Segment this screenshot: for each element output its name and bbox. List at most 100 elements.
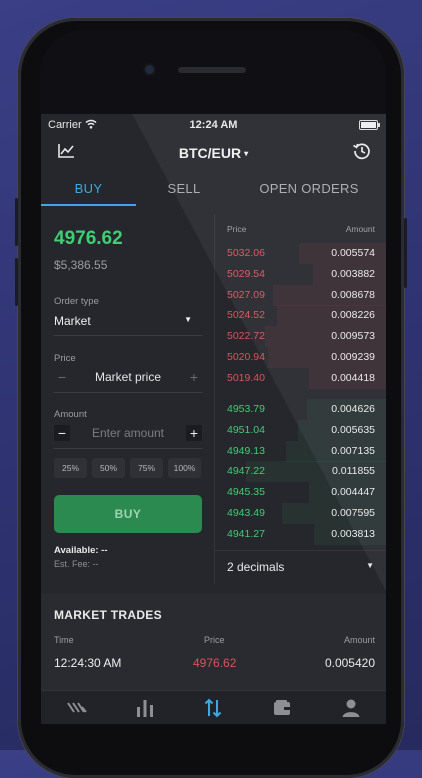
amount-input[interactable] [74,426,182,440]
ask-amount: 0.009239 [331,351,375,363]
ask-row[interactable]: 5027.09 0.008678 [215,284,386,306]
pair-label: BTC/EUR [178,145,242,161]
price-value: Market price [94,370,162,384]
buy-button[interactable]: BUY [54,495,202,533]
last-price: 4976.62 [54,228,123,249]
earpiece-speaker [178,67,246,73]
app-screen: Carrier 12:24 AM BTC/EUR ▾ BUY SELL OPEN … [41,114,386,724]
trades-time-header: Time [54,635,74,645]
amount-stepper: − + [54,422,202,449]
bid-price: 4947.22 [227,465,265,478]
ask-amount: 0.008678 [331,288,375,301]
ask-price: 5019.40 [227,371,265,384]
trade-price: 4976.62 [193,656,237,670]
ask-price: 5022.72 [227,330,265,343]
chart-bars-icon[interactable] [133,697,157,719]
bid-row[interactable]: 4941.27 0.003813 [215,523,386,545]
market-trades-title: MARKET TRADES [54,608,162,622]
ask-amount: 0.008226 [331,309,375,322]
bid-row[interactable]: 4953.79 0.004626 [215,399,386,420]
orderbook-price-header: Price [227,224,247,234]
history-icon[interactable] [352,141,372,161]
trade-arrows-icon[interactable] [201,697,225,719]
percent-100-button[interactable]: 100% [168,458,201,478]
bid-price: 4949.13 [227,444,265,457]
tab-sell[interactable]: SELL [136,174,232,204]
caret-down-icon: ▼ [184,315,192,324]
price-label: Price [54,353,76,364]
bid-row[interactable]: 4943.49 0.007595 [215,503,386,524]
market-trades: MARKET TRADES Time Price Amount 12:24:30… [41,594,386,690]
ask-row[interactable]: 5020.94 0.009239 [215,347,386,368]
trade-tabs: BUY SELL OPEN ORDERS [41,174,386,206]
bid-price: 4945.35 [227,486,265,499]
ask-amount: 0.004418 [331,371,375,384]
bid-price: 4941.27 [227,527,265,540]
order-type-label: Order type [54,296,99,307]
volume-button [15,198,18,246]
chevron-down-icon: ▾ [244,149,249,158]
bid-price: 4951.04 [227,423,265,436]
power-button [404,218,407,288]
ask-price: 5032.06 [227,247,265,259]
bid-price: 4943.49 [227,507,265,519]
ask-price: 5024.52 [227,309,265,322]
bid-amount: 0.005635 [331,423,375,436]
trades-price-header: Price [204,635,225,645]
percent-75-button[interactable]: 75% [130,458,163,478]
ask-row[interactable]: 5019.40 0.004418 [215,367,386,389]
last-price-fiat: $5,386.55 [54,258,108,272]
profile-icon[interactable] [339,697,363,719]
ask-price: 5027.09 [227,288,265,301]
decimals-value: 2 decimals [227,560,285,574]
ask-row[interactable]: 5029.54 0.003882 [215,263,386,285]
estimated-fee: Est. Fee: -- [54,559,99,569]
wallet-icon[interactable] [270,697,294,719]
markets-icon[interactable] [65,697,89,719]
order-type-value: Market [54,314,91,328]
trade-time: 12:24:30 AM [54,656,122,670]
amount-increment-button[interactable]: + [186,425,202,441]
bid-row[interactable]: 4947.22 0.011855 [215,461,386,483]
tab-buy[interactable]: BUY [41,174,136,206]
ask-amount: 0.005574 [331,247,375,259]
price-stepper: − Market price + [54,366,202,393]
decimals-select[interactable]: 2 decimals ▼ [215,550,386,583]
bid-amount: 0.007595 [331,507,375,519]
ask-price: 5029.54 [227,267,265,280]
front-camera [145,65,154,74]
ask-price: 5020.94 [227,351,265,363]
available-balance: Available: -- [54,545,108,556]
bid-amount: 0.004626 [331,403,375,415]
amount-label: Amount [54,409,87,420]
percent-25-button[interactable]: 25% [54,458,87,478]
nav-bar: BTC/EUR ▾ [41,136,386,170]
tab-bar [41,690,386,724]
tab-open-orders[interactable]: OPEN ORDERS [232,174,386,204]
status-bar: Carrier 12:24 AM [41,114,386,136]
trades-amount-header: Amount [343,635,375,645]
ask-amount: 0.009573 [331,330,375,343]
price-increment-button[interactable]: + [186,369,202,385]
ask-row[interactable]: 5024.52 0.008226 [215,305,386,327]
pair-selector[interactable]: BTC/EUR ▾ [41,145,386,161]
bid-row[interactable]: 4945.35 0.004447 [215,482,386,504]
amount-decrement-button[interactable]: − [54,425,70,441]
percent-50-button[interactable]: 50% [92,458,125,478]
bid-amount: 0.011855 [331,465,375,478]
caret-down-icon: ▼ [366,561,374,570]
order-type-select[interactable]: Market ▼ [54,311,202,336]
ask-row[interactable]: 5032.06 0.005574 [215,243,386,264]
bid-row[interactable]: 4951.04 0.005635 [215,419,386,441]
bid-price: 4953.79 [227,403,265,415]
status-time: 12:24 AM [189,119,238,131]
trade-amount: 0.005420 [324,656,375,670]
orderbook-amount-header: Amount [345,224,375,234]
bid-amount: 0.007135 [331,444,375,457]
bid-row[interactable]: 4949.13 0.007135 [215,440,386,462]
ask-row[interactable]: 5022.72 0.009573 [215,326,386,348]
ask-amount: 0.003882 [331,267,375,280]
battery-icon [359,120,380,130]
volume-button [15,258,18,306]
bid-amount: 0.003813 [331,527,375,540]
